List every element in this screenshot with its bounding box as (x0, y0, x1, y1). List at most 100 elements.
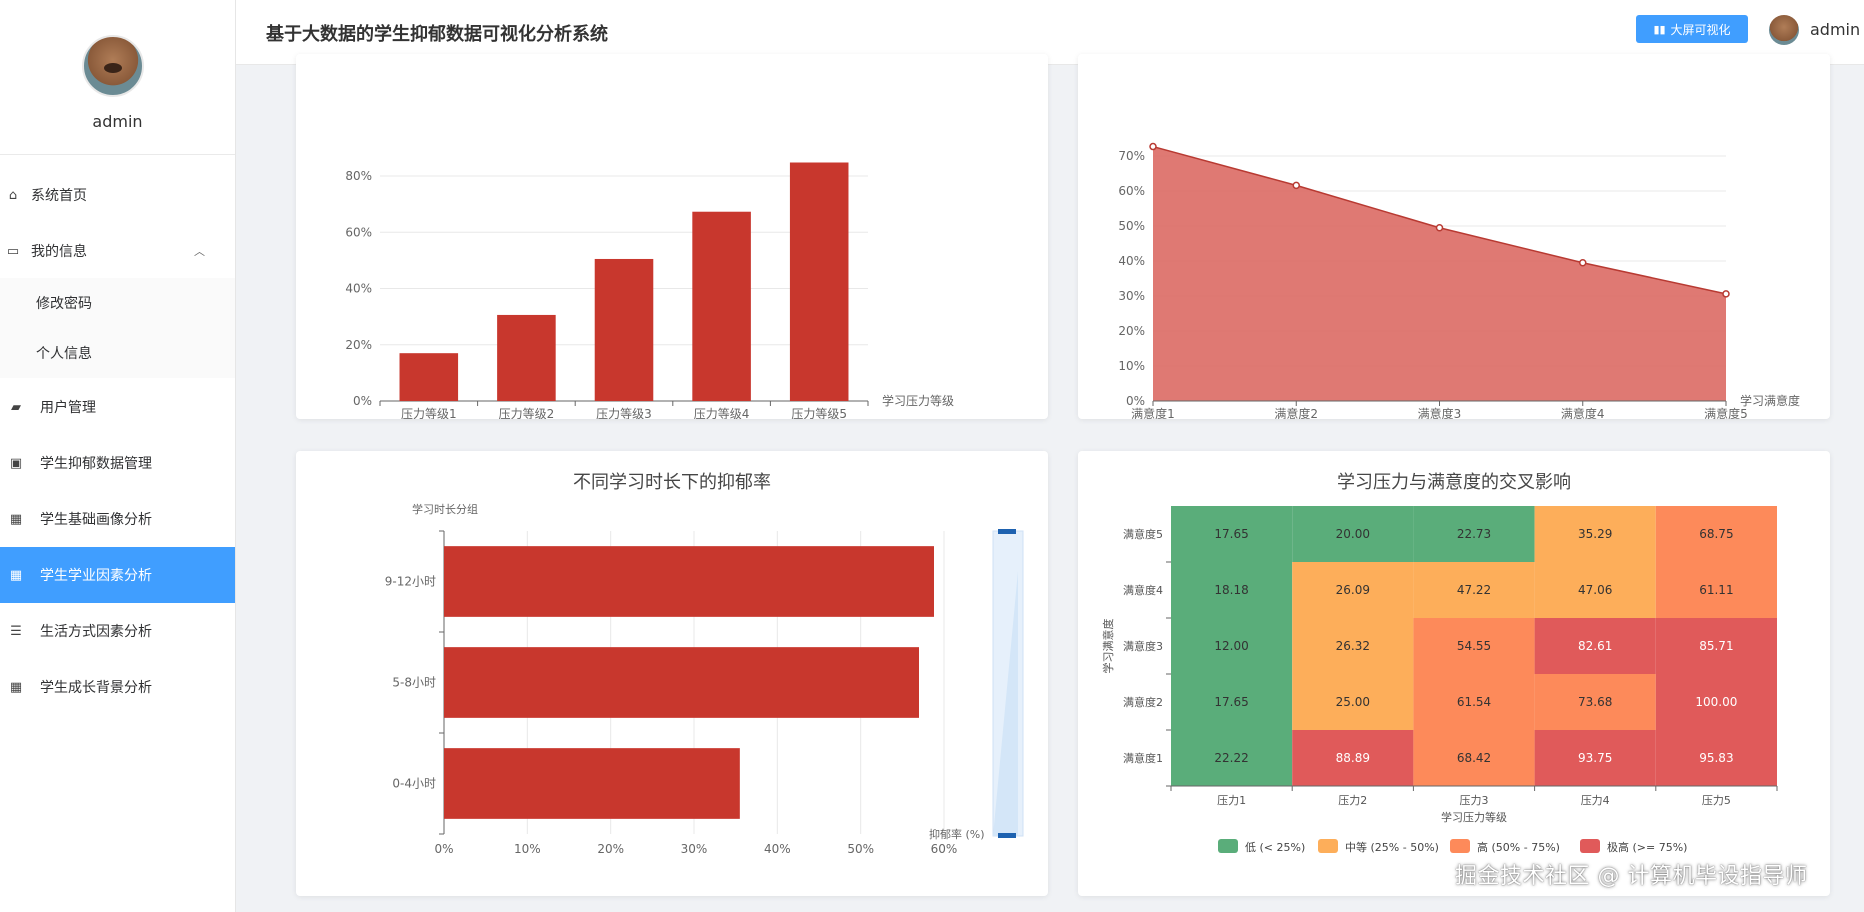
cell-label: 17.65 (1214, 695, 1248, 709)
header-username[interactable]: admin (1810, 20, 1860, 39)
y-tick-label: 40% (1118, 254, 1145, 268)
legend-swatch (1318, 839, 1338, 853)
sidebar-item-label: 个人信息 (36, 346, 92, 362)
sidebar-item-label: 用户管理 (40, 400, 96, 416)
cell-label: 12.00 (1214, 639, 1248, 653)
card-icon: ▭ (6, 243, 20, 259)
study-hours-bar-chart: 不同学习时长下的抑郁率学习时长分组 0% 10% 20% 30% 40% 50% 60% 0-4… (385, 472, 1024, 856)
avatar[interactable] (82, 35, 144, 97)
sidebar-item-personal-info[interactable]: 个人信息 (0, 328, 235, 378)
cell-label: 22.22 (1214, 751, 1248, 765)
x-axis-label: 抑郁率 (%) (929, 827, 985, 841)
page-title: 基于大数据的学生抑郁数据可视化分析系统 (266, 24, 608, 45)
x-tick-label: 压力3 (1460, 794, 1489, 807)
sidebar-item-user-management[interactable]: ▰ 用户管理 (0, 379, 235, 435)
legend-swatch (1218, 839, 1238, 853)
bar (692, 211, 751, 401)
x-tick-label: 40% (764, 842, 791, 856)
y-tick-label: 0-4小时 (392, 777, 436, 791)
y-tick-label: 30% (1118, 289, 1145, 303)
legend-label: 高 (50% - 75%) (1477, 840, 1560, 854)
grid-icon: ▦ (9, 679, 23, 695)
y-tick-label: 10% (1118, 359, 1145, 373)
y-tick-label: 0% (353, 394, 372, 408)
y-tick-label: 20% (345, 338, 372, 352)
x-axis-label: 学习压力等级 (1441, 810, 1507, 824)
cell-label: 88.89 (1336, 751, 1370, 765)
grid-icon: ▦ (9, 567, 23, 583)
y-tick-label: 0% (1126, 394, 1145, 408)
cell-label: 17.65 (1214, 527, 1248, 541)
sidebar-item-change-password[interactable]: 修改密码 (0, 278, 235, 328)
cell-label: 47.06 (1578, 583, 1612, 597)
sidebar-item-depression-data[interactable]: ▣ 学生抑郁数据管理 (0, 435, 235, 491)
cell-label: 68.75 (1699, 527, 1733, 541)
cell-label: 22.73 (1457, 527, 1491, 541)
sidebar-item-basic-profile[interactable]: ▦ 学生基础画像分析 (0, 491, 235, 547)
legend-swatch (1580, 839, 1600, 853)
main-content: 0% 20% 40% 60% 80% 压力等级1 压力等级2 压力等级3 压力等级4 压力等级5 学… (266, 54, 1856, 912)
pressure-bar-chart: 0% 20% 40% 60% 80% 压力等级1 压力等级2 压力等级3 压力等级4 压力等级5 学… (345, 162, 954, 419)
bar-chart-icon: ▮▮ (1653, 22, 1666, 36)
x-tick-label: 压力等级4 (694, 407, 750, 419)
y-tick-label: 40% (345, 282, 372, 296)
watermark: 掘金技术社区 @ 计算机毕设指导师 (1455, 864, 1808, 889)
sidebar-item-label: 我的信息 (31, 244, 87, 260)
y-tick-label: 9-12小时 (385, 575, 436, 589)
chart-card-satisfaction: 0% 10% 20% 30% 40% 50% 60% 70% 满意度1 满意度2 满意度3 满意度4 满… (1078, 54, 1830, 419)
chart-title: 学习压力与满意度的交叉影响 (1337, 472, 1571, 493)
sidebar-item-academic-factors[interactable]: ▦ 学生学业因素分析 (0, 547, 235, 603)
legend-label: 极高 (>= 75%) (1607, 840, 1687, 854)
grid-icon: ▦ (9, 511, 23, 527)
cell-label: 47.22 (1457, 583, 1491, 597)
y-axis-label: 学习时长分组 (412, 502, 478, 516)
sidebar-item-my-info[interactable]: ▭ 我的信息 ︿ (0, 223, 235, 279)
x-axis-label: 学习压力等级 (882, 393, 954, 408)
avatar[interactable] (1769, 15, 1799, 45)
x-tick-label: 压力4 (1581, 794, 1610, 807)
pressure-satisfaction-heatmap: 学习压力与满意度的交叉影响 22.22 88.89 68.42 93.75 95.83 17… (1101, 472, 1778, 854)
cell-label: 85.71 (1699, 639, 1733, 653)
sidebar-item-label: 学生学业因素分析 (40, 568, 152, 584)
sidebar-item-growth-background[interactable]: ▦ 学生成长背景分析 (0, 659, 235, 715)
cell-label: 26.09 (1336, 583, 1370, 597)
chart-title: 不同学习时长下的抑郁率 (573, 472, 771, 493)
y-tick-label: 满意度2 (1123, 695, 1163, 709)
home-icon: ⌂ (8, 187, 18, 203)
x-tick-label: 60% (931, 842, 958, 856)
satisfaction-area-chart: 0%10%20%30%40%50%60%70%满意度1 满意度2 满意度3 满意度4 满… (1118, 142, 1800, 419)
big-screen-button[interactable]: ▮▮ 大屏可视化 (1636, 15, 1748, 43)
x-axis-label: 学习满意度 (1740, 393, 1800, 408)
bar (594, 258, 654, 401)
y-tick-label: 50% (1118, 219, 1145, 233)
cell-label: 26.32 (1336, 639, 1370, 653)
sidebar-username: admin (92, 112, 143, 131)
y-tick-label: 满意度3 (1123, 639, 1163, 653)
divider (0, 154, 235, 155)
sidebar-item-home[interactable]: ⌂ 系统首页 (0, 167, 235, 223)
y-tick-label: 60% (345, 225, 372, 239)
bar (444, 546, 934, 617)
data-point (1579, 259, 1587, 267)
y-tick-label: 80% (345, 169, 372, 183)
sidebar: admin ⌂ 系统首页 ▭ 我的信息 ︿ 修改密码 个人信息 ▰ 用户管理 ▣… (0, 0, 236, 912)
y-tick-label: 满意度4 (1123, 583, 1163, 597)
y-tick-label: 20% (1118, 324, 1145, 338)
ticket-icon: ▰ (11, 399, 21, 415)
x-tick-label: 30% (681, 842, 708, 856)
x-tick-label: 压力等级3 (596, 407, 652, 419)
sidebar-item-lifestyle[interactable]: ☰ 生活方式因素分析 (0, 603, 235, 659)
chart-card-study-hours: 不同学习时长下的抑郁率 学习时长分组 0% 10% 20% 30% 40% 50% 60% 0-4… (296, 451, 1048, 896)
data-point (1435, 224, 1444, 232)
cell-label: 35.29 (1578, 527, 1612, 541)
x-tick-label: 压力等级2 (499, 407, 555, 419)
data-point (1149, 142, 1157, 151)
chevron-up-icon: ︿ (194, 245, 205, 258)
sidebar-item-label: 修改密码 (36, 296, 92, 312)
area-fill (1153, 146, 1726, 401)
cell-label: 20.00 (1336, 527, 1370, 541)
sidebar-item-label: 系统首页 (31, 188, 87, 204)
x-tick-label: 满意度3 (1418, 406, 1462, 419)
cell-label: 82.61 (1578, 639, 1612, 653)
legend-swatch (1450, 839, 1470, 853)
